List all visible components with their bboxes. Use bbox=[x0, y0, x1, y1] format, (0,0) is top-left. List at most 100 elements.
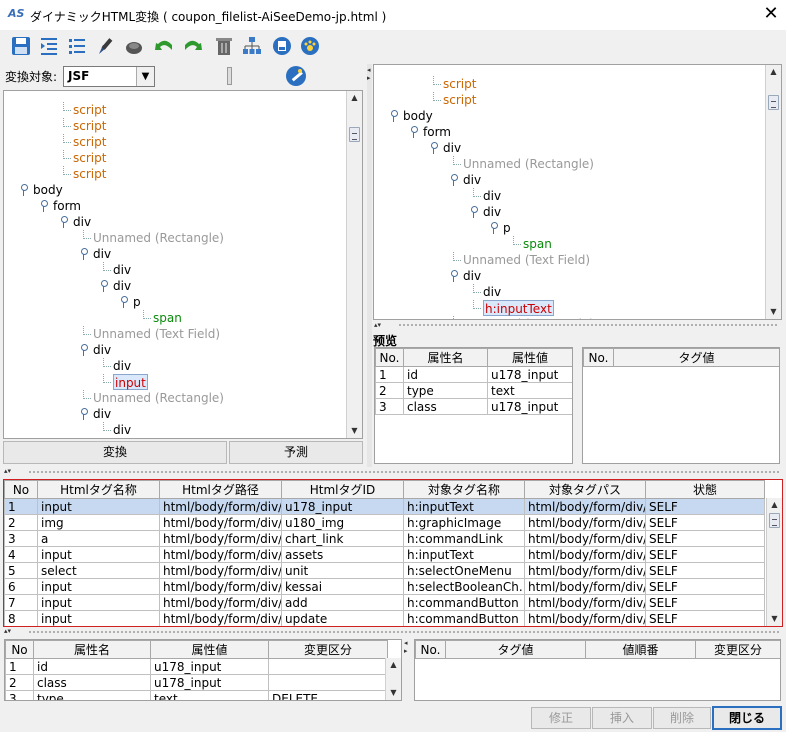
tree-node[interactable]: div bbox=[483, 284, 501, 300]
scroll-up-icon[interactable]: ▲ bbox=[767, 498, 782, 512]
table-row[interactable]: 3 type text DELETE bbox=[5, 690, 388, 700]
tree-expand-handle-icon[interactable] bbox=[119, 295, 128, 309]
table-row[interactable]: 8inputhtml/body/form/div/d...updateh:com… bbox=[4, 610, 765, 626]
tree-node[interactable]: div bbox=[113, 278, 131, 294]
wand-icon[interactable] bbox=[285, 65, 307, 87]
modify-button[interactable]: 修正 bbox=[531, 707, 591, 729]
col-no[interactable]: No. bbox=[583, 348, 614, 367]
mouse-icon[interactable] bbox=[122, 34, 146, 58]
column-header[interactable]: Htmlタグ路径 bbox=[159, 480, 282, 499]
delete-button[interactable]: 削除 bbox=[653, 707, 711, 729]
tree-node[interactable]: div bbox=[483, 188, 501, 204]
column-header[interactable]: 変更区分 bbox=[268, 640, 388, 659]
table-row[interactable]: 2 type text bbox=[375, 382, 572, 399]
tree-node[interactable]: div bbox=[113, 422, 131, 438]
tree-node[interactable]: script bbox=[443, 92, 476, 108]
predict-button[interactable]: 予測 bbox=[229, 441, 363, 464]
tree-expand-handle-icon[interactable] bbox=[79, 247, 88, 261]
column-header[interactable]: 属性値 bbox=[150, 640, 269, 659]
tree-node[interactable]: script bbox=[73, 150, 106, 166]
tree-node[interactable]: input bbox=[113, 374, 148, 390]
tree-node[interactable]: script bbox=[73, 166, 106, 182]
scroll-up-icon[interactable]: ▲ bbox=[386, 658, 401, 672]
tree-structure-icon[interactable] bbox=[240, 34, 264, 58]
tree-node[interactable]: div bbox=[93, 246, 111, 262]
splitter-arrows-icon[interactable]: ▴▾ bbox=[374, 321, 381, 329]
tree-node[interactable]: Unnamed (Text Field) bbox=[93, 326, 220, 342]
trash-icon[interactable] bbox=[212, 34, 236, 58]
chevron-down-icon[interactable]: ▼ bbox=[136, 67, 154, 86]
tree-node[interactable]: div bbox=[73, 214, 91, 230]
tree-node[interactable]: Unnamed (Rectangle) bbox=[93, 230, 224, 246]
mapping-scrollbar[interactable]: ▲ ▼ bbox=[766, 498, 782, 626]
tree-node[interactable]: span bbox=[153, 310, 182, 326]
tree-node[interactable]: form bbox=[423, 124, 451, 140]
table-row[interactable]: 1 id u178_input bbox=[5, 658, 388, 675]
table-row[interactable]: 3ahtml/body/form/div/d...chart_linkh:com… bbox=[4, 530, 765, 547]
scroll-down-icon[interactable]: ▼ bbox=[386, 686, 401, 700]
save-icon[interactable] bbox=[9, 34, 33, 58]
scroll-thumb[interactable] bbox=[349, 127, 360, 142]
tree-node[interactable]: p bbox=[133, 294, 141, 310]
tree-node[interactable]: div bbox=[113, 438, 131, 439]
table-row[interactable]: 6inputhtml/body/form/div/d...kessaih:sel… bbox=[4, 578, 765, 595]
tree-node[interactable]: div bbox=[463, 268, 481, 284]
tree-expand-handle-icon[interactable] bbox=[429, 141, 438, 155]
scroll-thumb[interactable] bbox=[768, 95, 779, 110]
tree-node[interactable]: div bbox=[113, 358, 131, 374]
col-attr-name[interactable]: 属性名 bbox=[403, 348, 488, 367]
col-no[interactable]: No. bbox=[375, 348, 404, 367]
tree-expand-handle-icon[interactable] bbox=[389, 109, 398, 123]
tree-node[interactable]: form bbox=[53, 198, 81, 214]
redo-icon[interactable] bbox=[181, 34, 205, 58]
tree-node[interactable]: script bbox=[73, 118, 106, 134]
close-window-button[interactable]: ✕ bbox=[760, 3, 782, 25]
right-tree-scrollbar[interactable]: ▲ ▼ bbox=[765, 65, 781, 319]
tree-expand-handle-icon[interactable] bbox=[409, 125, 418, 139]
tree-expand-handle-icon[interactable] bbox=[59, 215, 68, 229]
tree-node[interactable]: div bbox=[93, 342, 111, 358]
table-row[interactable]: 3 class u178_input bbox=[375, 398, 572, 415]
column-header[interactable]: タグ値 bbox=[445, 640, 586, 659]
vertical-splitter[interactable]: ◂ ▸ bbox=[367, 64, 372, 467]
tree-node[interactable]: script bbox=[443, 76, 476, 92]
column-header[interactable]: 属性名 bbox=[33, 640, 151, 659]
column-header[interactable]: HtmlタグID bbox=[281, 480, 404, 499]
column-header[interactable]: 変更区分 bbox=[695, 640, 780, 659]
disk-icon[interactable] bbox=[270, 34, 294, 58]
tree-node[interactable]: div bbox=[443, 140, 461, 156]
indent-icon[interactable] bbox=[37, 34, 61, 58]
splitter-arrows-icon[interactable]: ▴▾ bbox=[4, 627, 11, 635]
tree-node[interactable]: body bbox=[403, 108, 433, 124]
target-tree[interactable]: script script body form div Unnamed (Rectangl… bbox=[373, 64, 782, 320]
tree-node[interactable]: Unnamed (Rectangle) bbox=[93, 390, 224, 406]
scroll-down-icon[interactable]: ▼ bbox=[766, 305, 781, 319]
edit-tool-icon[interactable] bbox=[94, 34, 118, 58]
tree-expand-handle-icon[interactable] bbox=[79, 343, 88, 357]
tree-node[interactable]: span bbox=[523, 236, 552, 252]
mapping-table[interactable]: No Htmlタグ名称 Htmlタグ路径 HtmlタグID 対象タグ名称 対象タグパス 状態… bbox=[3, 479, 783, 627]
tree-node[interactable]: div bbox=[483, 204, 501, 220]
tree-node[interactable]: body bbox=[33, 182, 63, 198]
scroll-up-icon[interactable]: ▲ bbox=[766, 65, 781, 79]
col-tag-value[interactable]: タグ値 bbox=[613, 348, 779, 367]
tree-expand-handle-icon[interactable] bbox=[449, 173, 458, 187]
tree-node[interactable]: Unnamed (Text Field) bbox=[463, 252, 590, 268]
scroll-thumb[interactable] bbox=[769, 513, 780, 528]
tree-expand-handle-icon[interactable] bbox=[469, 205, 478, 219]
splitter-grip[interactable] bbox=[28, 630, 780, 634]
col-attr-value[interactable]: 属性値 bbox=[487, 348, 572, 367]
tree-node[interactable]: script bbox=[73, 134, 106, 150]
table-row[interactable]: 1 id u178_input bbox=[375, 366, 572, 383]
column-header[interactable]: 状態 bbox=[645, 480, 765, 499]
collapse-arrows-icon[interactable]: ◂ ▸ bbox=[367, 66, 371, 82]
left-tree-scrollbar[interactable]: ▲ ▼ bbox=[346, 91, 362, 438]
scroll-up-icon[interactable]: ▲ bbox=[347, 91, 362, 105]
tree-node[interactable]: p bbox=[503, 220, 511, 236]
column-header[interactable]: No bbox=[4, 480, 38, 499]
edit-attr-table[interactable]: No 属性名 属性値 変更区分 1 id u178_input 2 class u178_inp… bbox=[4, 639, 402, 701]
tree-node[interactable]: script bbox=[73, 102, 106, 118]
paw-icon[interactable] bbox=[298, 34, 322, 58]
column-header[interactable]: Htmlタグ名称 bbox=[37, 480, 160, 499]
tree-expand-handle-icon[interactable] bbox=[19, 183, 28, 197]
